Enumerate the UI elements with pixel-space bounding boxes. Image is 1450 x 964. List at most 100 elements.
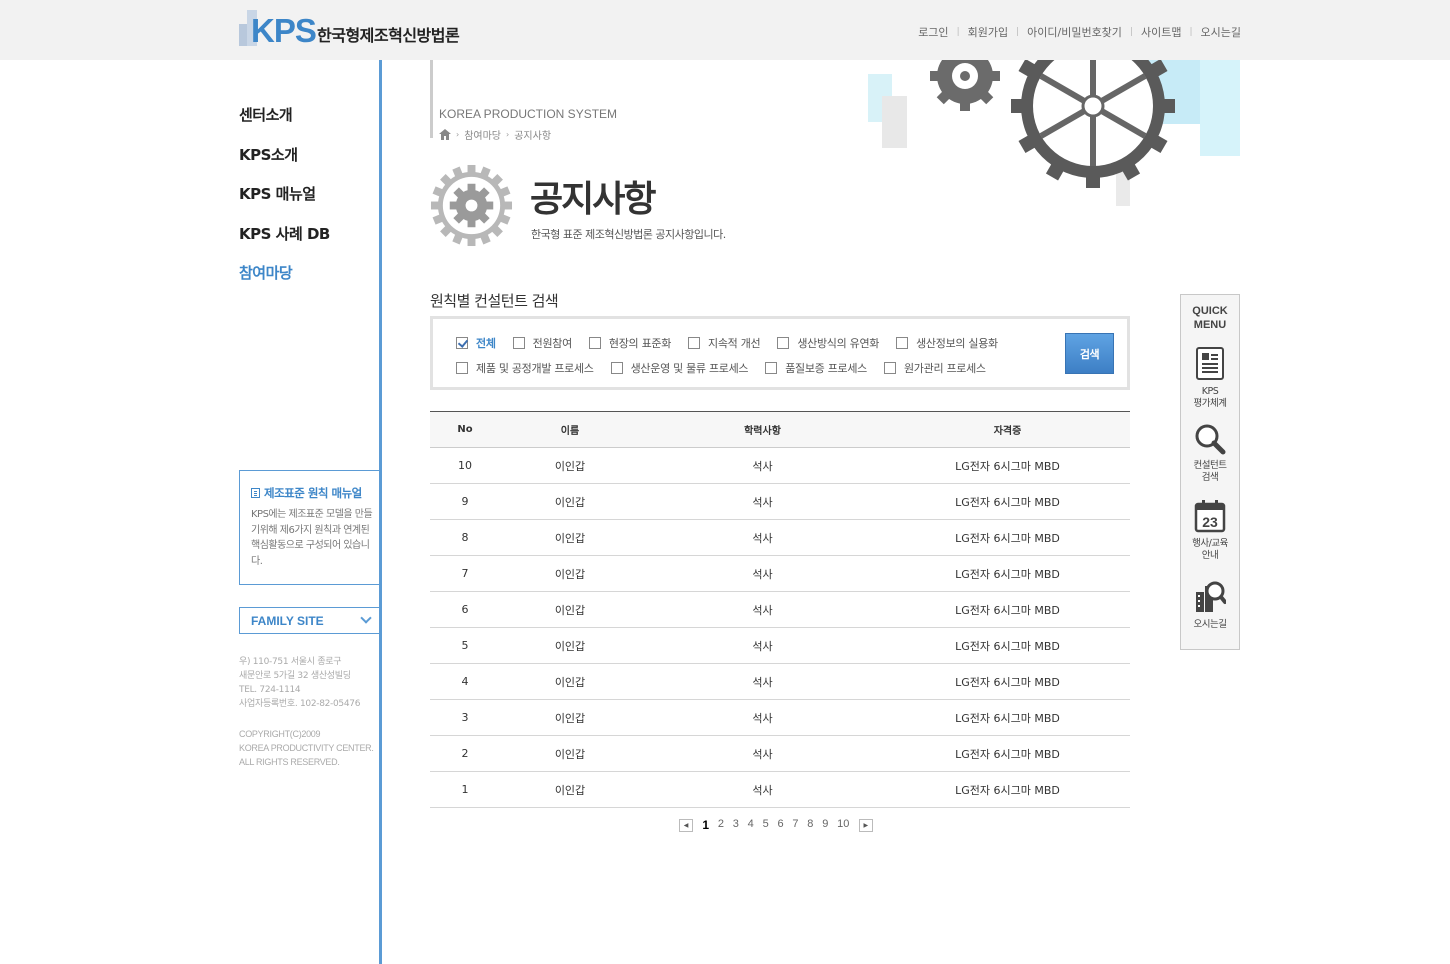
quick-menu-label: 컨설턴트 [1193, 460, 1227, 471]
cell-name[interactable]: 이인갑 [500, 448, 640, 484]
cell-certificate: LG전자 6시그마 MBD [955, 675, 1060, 689]
checkbox[interactable] [777, 337, 790, 349]
filter-flexibility-checkbox[interactable]: 생산방식의 유연화 [777, 335, 879, 351]
page-number-link[interactable]: 5 [763, 818, 769, 832]
manual-box-title-row: 제조표준 원칙 매뉴얼 [251, 485, 380, 501]
cell-certificate: LG전자 6시그마 MBD [955, 495, 1060, 509]
table-row[interactable]: 9 이인갑 석사 LG전자 6시그마 MBD [430, 484, 1130, 520]
filter-row-principles: 전체 전원참여 현장의 표준화 지속적 개선 생산방식의 유연화 생산정보의 실… [456, 335, 1015, 351]
page-number-link[interactable]: 8 [807, 818, 813, 832]
table-header-row: No 이름 학력사항 자격증 [430, 411, 1130, 448]
page-numbers: 1 2 3 4 5 6 7 8 9 10 [698, 818, 854, 832]
cell-name[interactable]: 이인갑 [500, 592, 640, 628]
checkbox-label: 품질보증 프로세스 [785, 362, 867, 375]
quick-menu-consultant-search[interactable]: 컨설턴트 검색 [1181, 423, 1239, 484]
filter-participation-checkbox[interactable]: 전원참여 [512, 335, 573, 351]
cell-name[interactable]: 이인갑 [500, 484, 640, 520]
table-row[interactable]: 1 이인갑 석사 LG전자 6시그마 MBD [430, 772, 1130, 808]
table-row[interactable]: 10 이인갑 석사 LG전자 6시그마 MBD [430, 448, 1130, 484]
page-number-link[interactable]: 9 [822, 818, 828, 832]
sidebar-item-kps-manual[interactable]: KPS 매뉴얼 [239, 183, 379, 223]
cell-name[interactable]: 이인갑 [500, 664, 640, 700]
login-link[interactable]: 로그인 [918, 24, 948, 40]
checkbox[interactable] [456, 337, 468, 349]
cell-certificate: LG전자 6시그마 MBD [955, 567, 1060, 581]
filter-cost-process-checkbox[interactable]: 원가관리 프로세스 [883, 360, 986, 376]
page-number-link[interactable]: 3 [733, 818, 739, 832]
filter-information-checkbox[interactable]: 생산정보의 실용화 [896, 335, 998, 351]
prev-page-button[interactable]: ◀ [679, 818, 693, 832]
quick-menu-label: 오시는길 [1193, 619, 1227, 630]
copyright-block: COPYRIGHT(C)2009 KOREA PRODUCTIVITY CENT… [239, 727, 374, 769]
quick-menu-evaluation[interactable]: KPS 평가체계 [1181, 347, 1239, 410]
cell-no: 3 [461, 711, 469, 724]
gear-icon [930, 60, 1175, 188]
page-number-link[interactable]: 10 [837, 818, 849, 832]
next-page-button[interactable]: ▶ [858, 818, 873, 832]
checkbox[interactable] [588, 337, 601, 349]
filter-operations-process-checkbox[interactable]: 생산운영 및 물류 프로세스 [610, 360, 749, 376]
checkbox[interactable] [883, 362, 896, 374]
table-row[interactable]: 8 이인갑 석사 LG전자 6시그마 MBD [430, 520, 1130, 556]
table-row[interactable]: 5 이인갑 석사 LG전자 6시그마 MBD [430, 628, 1130, 664]
site-title: 한국형제조혁신방법론 [317, 26, 460, 45]
manual-box-title: 제조표준 원칙 매뉴얼 [264, 486, 362, 500]
filter-product-process-checkbox[interactable]: 제품 및 공정개발 프로세스 [456, 360, 594, 376]
book-icon [251, 488, 260, 498]
cell-education: 석사 [752, 567, 773, 581]
breadcrumb-item[interactable]: 참여마당 [464, 127, 501, 142]
cell-name[interactable]: 이인갑 [500, 628, 640, 664]
cell-name[interactable]: 이인갑 [500, 556, 640, 592]
find-account-link[interactable]: 아이디/비밀번호찾기 [1027, 24, 1122, 40]
sitemap-link[interactable]: 사이트맵 [1141, 24, 1181, 40]
cell-education: 석사 [752, 531, 773, 545]
family-site-select[interactable]: FAMILY SITE [239, 607, 380, 634]
checkbox[interactable] [512, 337, 525, 349]
manual-box[interactable]: 제조표준 원칙 매뉴얼 KPS에는 제조표준 모델을 만들기위해 제6가지 원칙… [239, 470, 380, 585]
table-row[interactable]: 4 이인갑 석사 LG전자 6시그마 MBD [430, 664, 1130, 700]
checkbox-label: 전원참여 [532, 337, 573, 350]
sidebar-item-center-intro[interactable]: 센터소개 [239, 104, 379, 144]
cell-certificate: LG전자 6시그마 MBD [955, 603, 1060, 617]
table-body: 10 이인갑 석사 LG전자 6시그마 MBD 9 이인갑 석사 LG전자 6시그마 MBD 8… [430, 448, 1130, 808]
page-number-link[interactable]: 4 [748, 818, 754, 832]
filter-all-checkbox[interactable]: 전체 [456, 335, 496, 351]
cell-name[interactable]: 이인갑 [500, 700, 640, 736]
sidebar-item-kps-intro[interactable]: KPS소개 [239, 144, 379, 184]
sidebar-item-participation[interactable]: 참여마당 [239, 262, 379, 302]
checkbox[interactable] [896, 337, 909, 349]
table-row[interactable]: 7 이인갑 석사 LG전자 6시그마 MBD [430, 556, 1130, 592]
page-number-link[interactable]: 6 [777, 818, 783, 832]
filter-standardization-checkbox[interactable]: 현장의 표준화 [588, 335, 671, 351]
page-number-link[interactable]: 7 [792, 818, 798, 832]
checkbox[interactable] [456, 362, 468, 374]
site-logo[interactable]: KPS 한국형제조혁신방법론 [239, 10, 479, 49]
quick-menu-title-line: MENU [1193, 319, 1227, 331]
checkbox[interactable] [765, 362, 778, 374]
banner-divider [430, 60, 433, 138]
table-row[interactable]: 2 이인갑 석사 LG전자 6시그마 MBD [430, 736, 1130, 772]
filter-quality-process-checkbox[interactable]: 품질보증 프로세스 [765, 360, 867, 376]
cell-name[interactable]: 이인갑 [500, 520, 640, 556]
document-icon [1196, 347, 1224, 380]
checkbox[interactable] [610, 362, 623, 374]
home-icon[interactable] [439, 129, 451, 140]
signup-link[interactable]: 회원가입 [968, 24, 1008, 40]
address-line: TEL. 724-1114 [239, 685, 301, 695]
page-number-link[interactable]: 2 [718, 818, 724, 832]
cell-name[interactable]: 이인갑 [500, 772, 640, 808]
quick-menu-events[interactable]: 23 행사/교육 안내 [1181, 499, 1239, 562]
cell-name[interactable]: 이인갑 [500, 736, 640, 772]
table-row[interactable]: 3 이인갑 석사 LG전자 6시그마 MBD [430, 700, 1130, 736]
sidebar-item-case-db[interactable]: KPS 사례 DB [239, 223, 379, 263]
search-button[interactable]: 검색 [1065, 333, 1114, 374]
checkbox[interactable] [688, 337, 701, 349]
table-row[interactable]: 6 이인갑 석사 LG전자 6시그마 MBD [430, 592, 1130, 628]
page-number-link[interactable]: 1 [702, 818, 709, 832]
cell-education: 석사 [752, 459, 773, 473]
gear-banner-image [860, 60, 1240, 210]
checkbox-label: 전체 [476, 337, 496, 350]
filter-improvement-checkbox[interactable]: 지속적 개선 [688, 335, 761, 351]
directions-link[interactable]: 오시는길 [1201, 24, 1241, 40]
quick-menu-directions[interactable]: 오시는길 [1181, 580, 1239, 631]
